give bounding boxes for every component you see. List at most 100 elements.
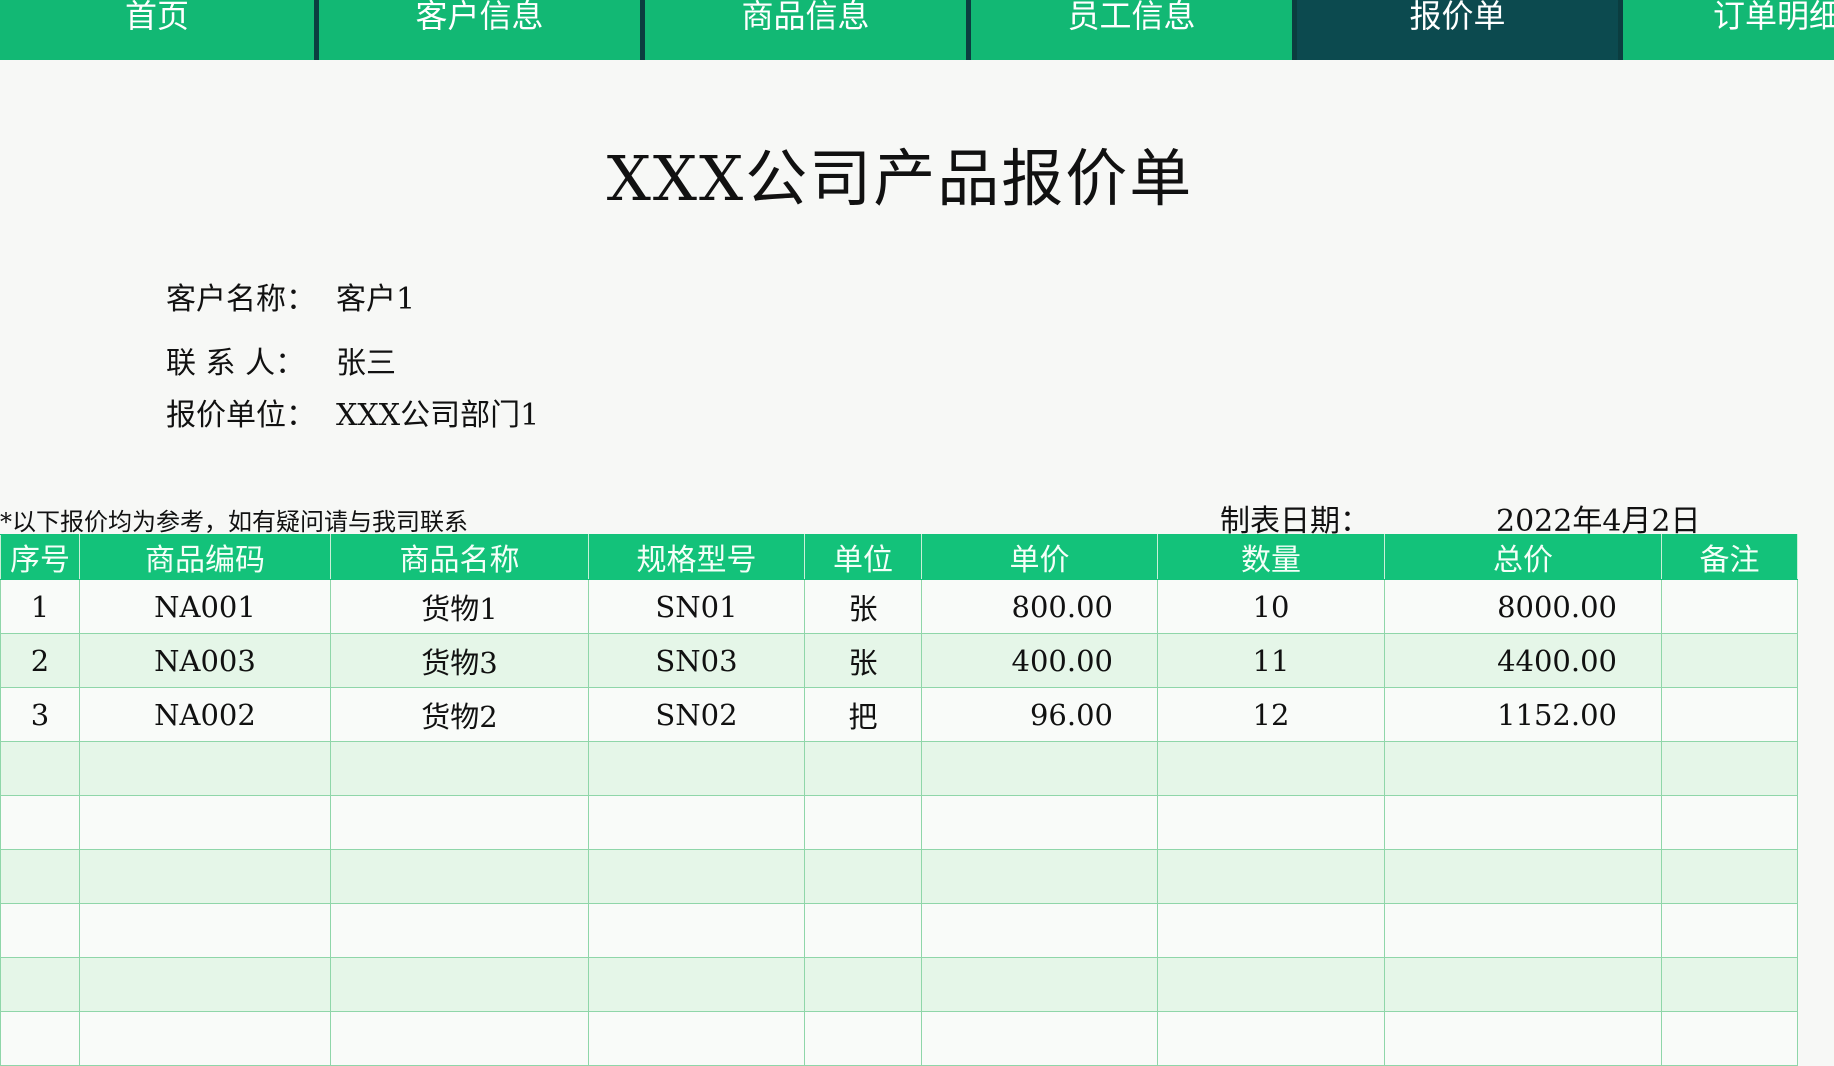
- cell-unit-price[interactable]: [921, 795, 1158, 850]
- cell-index[interactable]: [0, 795, 80, 850]
- cell-remarks[interactable]: [1661, 795, 1798, 850]
- cell-spec[interactable]: [588, 1011, 805, 1066]
- contact-value[interactable]: 张三: [336, 346, 396, 381]
- cell-unit[interactable]: [804, 1011, 922, 1066]
- cell-unit[interactable]: [804, 957, 922, 1012]
- cell-remarks[interactable]: [1661, 957, 1798, 1012]
- cell-product-name[interactable]: [330, 795, 589, 850]
- cell-index[interactable]: 1: [0, 579, 80, 634]
- cell-product-code[interactable]: NA003: [79, 633, 331, 688]
- cell-product-name[interactable]: [330, 1011, 589, 1066]
- cell-quantity[interactable]: [1157, 849, 1385, 904]
- cell-product-name[interactable]: 货物1: [330, 579, 589, 634]
- cell-product-name[interactable]: 货物3: [330, 633, 589, 688]
- cell-product-name[interactable]: [330, 849, 589, 904]
- cell-quantity[interactable]: [1157, 795, 1385, 850]
- cell-unit[interactable]: 张: [804, 579, 922, 634]
- cell-product-name[interactable]: [330, 957, 589, 1012]
- cell-spec[interactable]: [588, 849, 805, 904]
- cell-index[interactable]: [0, 849, 80, 904]
- cell-product-code[interactable]: [79, 849, 331, 904]
- cell-unit[interactable]: [804, 795, 922, 850]
- cell-spec[interactable]: SN03: [588, 633, 805, 688]
- cell-quantity[interactable]: 10: [1157, 579, 1385, 634]
- customer-value[interactable]: 客户1: [336, 282, 415, 317]
- cell-product-code[interactable]: NA001: [79, 579, 331, 634]
- cell-unit-price[interactable]: [921, 1011, 1158, 1066]
- cell-index[interactable]: 2: [0, 633, 80, 688]
- cell-product-name[interactable]: [330, 903, 589, 958]
- contact-row: 联 系 人： 张三: [166, 338, 396, 382]
- cell-quantity[interactable]: 11: [1157, 633, 1385, 688]
- cell-unit[interactable]: 张: [804, 633, 922, 688]
- cell-spec[interactable]: [588, 957, 805, 1012]
- cell-unit-price[interactable]: [921, 903, 1158, 958]
- cell-unit-price[interactable]: [921, 741, 1158, 796]
- cell-total[interactable]: [1384, 1011, 1662, 1066]
- tab-order-details[interactable]: 订单明细: [1623, 0, 1834, 60]
- cell-total[interactable]: 4400.00: [1384, 633, 1662, 688]
- tab-quotation[interactable]: 报价单: [1297, 0, 1618, 60]
- cell-product-name[interactable]: [330, 741, 589, 796]
- header-total: 总价: [1384, 534, 1662, 580]
- cell-spec[interactable]: [588, 741, 805, 796]
- cell-product-code[interactable]: [79, 957, 331, 1012]
- cell-product-code[interactable]: NA002: [79, 687, 331, 742]
- table-row-empty: [0, 903, 1798, 958]
- cell-remarks[interactable]: [1661, 849, 1798, 904]
- cell-index[interactable]: 3: [0, 687, 80, 742]
- cell-product-name[interactable]: 货物2: [330, 687, 589, 742]
- cell-index[interactable]: [0, 957, 80, 1012]
- tab-customer-info[interactable]: 客户信息: [319, 0, 640, 60]
- cell-remarks[interactable]: [1661, 741, 1798, 796]
- cell-unit-price[interactable]: 800.00: [921, 579, 1158, 634]
- cell-unit[interactable]: [804, 903, 922, 958]
- cell-remarks[interactable]: [1661, 579, 1798, 634]
- cell-index[interactable]: [0, 903, 80, 958]
- cell-product-code[interactable]: [79, 903, 331, 958]
- cell-spec[interactable]: SN02: [588, 687, 805, 742]
- cell-total[interactable]: [1384, 957, 1662, 1012]
- cell-product-code[interactable]: [79, 1011, 331, 1066]
- cell-spec[interactable]: [588, 795, 805, 850]
- cell-unit[interactable]: 把: [804, 687, 922, 742]
- header-quantity: 数量: [1157, 534, 1385, 580]
- cell-remarks[interactable]: [1661, 1011, 1798, 1066]
- cell-unit[interactable]: [804, 741, 922, 796]
- cell-product-code[interactable]: [79, 741, 331, 796]
- cell-spec[interactable]: [588, 903, 805, 958]
- cell-quantity[interactable]: 12: [1157, 687, 1385, 742]
- cell-quantity[interactable]: [1157, 741, 1385, 796]
- cell-unit-price[interactable]: [921, 849, 1158, 904]
- cell-unit[interactable]: [804, 849, 922, 904]
- top-nav: 首页 客户信息 商品信息 员工信息 报价单 订单明细: [0, 0, 1834, 62]
- cell-remarks[interactable]: [1661, 633, 1798, 688]
- cell-index[interactable]: [0, 1011, 80, 1066]
- cell-total[interactable]: 8000.00: [1384, 579, 1662, 634]
- quote-unit-value[interactable]: XXX公司部门1: [336, 398, 539, 433]
- cell-spec[interactable]: SN01: [588, 579, 805, 634]
- disclaimer-note: *以下报价均为参考，如有疑问请与我司联系: [0, 508, 468, 536]
- cell-quantity[interactable]: [1157, 957, 1385, 1012]
- tab-employee-info[interactable]: 员工信息: [971, 0, 1292, 60]
- header-product-name: 商品名称: [330, 534, 589, 580]
- cell-quantity[interactable]: [1157, 1011, 1385, 1066]
- cell-total[interactable]: 1152.00: [1384, 687, 1662, 742]
- quote-unit-row: 报价单位： XXX公司部门1: [166, 390, 539, 434]
- cell-product-code[interactable]: [79, 795, 331, 850]
- cell-total[interactable]: [1384, 795, 1662, 850]
- header-index: 序号: [0, 534, 80, 580]
- cell-quantity[interactable]: [1157, 903, 1385, 958]
- cell-remarks[interactable]: [1661, 687, 1798, 742]
- cell-total[interactable]: [1384, 849, 1662, 904]
- tab-home[interactable]: 首页: [0, 0, 314, 60]
- cell-total[interactable]: [1384, 903, 1662, 958]
- cell-total[interactable]: [1384, 741, 1662, 796]
- cell-unit-price[interactable]: 96.00: [921, 687, 1158, 742]
- cell-unit-price[interactable]: [921, 957, 1158, 1012]
- tab-product-info[interactable]: 商品信息: [645, 0, 966, 60]
- cell-unit-price[interactable]: 400.00: [921, 633, 1158, 688]
- cell-index[interactable]: [0, 741, 80, 796]
- cell-remarks[interactable]: [1661, 903, 1798, 958]
- header-product-code: 商品编码: [79, 534, 331, 580]
